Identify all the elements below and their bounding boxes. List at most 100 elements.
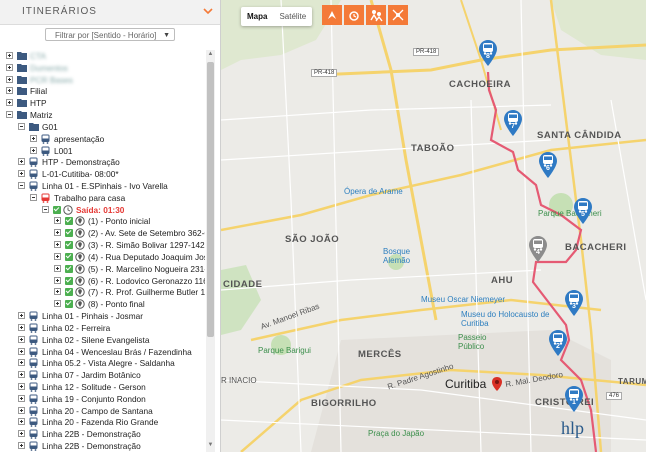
tree-item[interactable]: apresentação <box>0 133 205 145</box>
expand-icon[interactable] <box>18 430 25 438</box>
tree-item[interactable]: L-01-Cutitiba- 08:00* <box>0 168 205 180</box>
expand-icon[interactable] <box>18 394 25 402</box>
bus-stop-marker[interactable]: 7 <box>504 110 522 136</box>
bus-stop-marker[interactable]: 4 <box>529 236 547 262</box>
tree-item[interactable]: Linha 04 - Wenceslau Brás / Fazendinha <box>0 346 205 358</box>
bus-stop-marker[interactable]: 2 <box>549 330 567 356</box>
tree-item[interactable]: Linha 01 - E.SPinhais - Ivo Varella <box>0 180 205 192</box>
tree-item[interactable]: G01 <box>0 121 205 133</box>
scroll-down-icon[interactable]: ▼ <box>207 442 214 448</box>
tree-item[interactable]: (7) - R. Prof. Guilherme Butler 10 <box>0 286 205 298</box>
tree-item[interactable]: Linha 01 - Pinhais - Josmar <box>0 310 205 322</box>
expand-icon[interactable] <box>54 229 61 237</box>
expand-icon[interactable] <box>18 323 25 331</box>
location-pin-icon[interactable] <box>492 377 502 391</box>
visibility-checkbox[interactable] <box>65 300 73 309</box>
visibility-checkbox[interactable] <box>53 205 61 214</box>
tree-item[interactable]: Linha 02 - Ferreira <box>0 322 205 334</box>
tree-item[interactable]: (3) - R. Simão Bolivar 1297-1429 <box>0 239 205 251</box>
tree-item[interactable]: Linha 20 - Campo de Santana <box>0 405 205 417</box>
expand-icon[interactable] <box>18 371 25 379</box>
bus-stop-marker[interactable]: 6 <box>539 152 557 178</box>
expand-icon[interactable] <box>18 335 25 343</box>
expand-icon[interactable] <box>18 406 25 414</box>
tree-item[interactable]: CTA <box>0 50 205 62</box>
tree-item[interactable]: Trabalho para casa <box>0 192 205 204</box>
expand-icon[interactable] <box>18 442 25 450</box>
tree-item[interactable]: Linha 22B - Demonstração <box>0 428 205 440</box>
expand-icon[interactable] <box>6 52 13 59</box>
expand-icon[interactable] <box>30 146 37 154</box>
tree-item[interactable]: Dumentos <box>0 62 205 74</box>
expand-icon[interactable] <box>18 418 25 426</box>
tree-item[interactable]: HTP <box>0 97 205 109</box>
map-view[interactable]: CACHOEIRA SANTA CÂNDIDA TABOÃO SÃO JOÃO … <box>221 0 646 452</box>
tree-item[interactable]: (6) - R. Lodovico Geronazzo 1166 <box>0 275 205 287</box>
tree-item[interactable]: Linha 12 - Solitude - Gerson <box>0 381 205 393</box>
expand-icon[interactable] <box>18 359 25 367</box>
expand-icon[interactable] <box>54 276 61 284</box>
expand-icon[interactable] <box>18 312 25 320</box>
collapse-icon[interactable] <box>42 205 49 213</box>
marker-number: 7 <box>511 123 515 130</box>
bus-stop-marker[interactable]: 5 <box>574 198 592 224</box>
tree-item[interactable]: Linha 02 - Silene Evangelista <box>0 334 205 346</box>
tree-item[interactable]: Linha 19 - Conjunto Rondon <box>0 393 205 405</box>
expand-icon[interactable] <box>54 241 61 249</box>
collapse-icon[interactable] <box>30 193 37 201</box>
network-icon[interactable] <box>388 5 408 25</box>
collapse-icon[interactable] <box>6 111 13 119</box>
expand-icon[interactable] <box>18 382 25 390</box>
expand-icon[interactable] <box>54 288 61 296</box>
tree-item[interactable]: (8) - Ponto final <box>0 298 205 310</box>
visibility-checkbox[interactable] <box>65 288 73 297</box>
expand-icon[interactable] <box>6 75 13 83</box>
tree-item[interactable]: Linha 05.2 - Vista Alegre - Saldanha <box>0 357 205 369</box>
collapse-icon[interactable] <box>18 182 25 190</box>
collapse-icon[interactable] <box>18 122 25 130</box>
expand-icon[interactable] <box>54 300 61 308</box>
tree-item[interactable]: (1) - Ponto inicial <box>0 215 205 227</box>
expand-icon[interactable] <box>18 347 25 355</box>
tab-mapa[interactable]: Mapa <box>241 7 273 26</box>
bus-stop-marker[interactable]: 3 <box>565 290 583 316</box>
visibility-checkbox[interactable] <box>65 264 73 273</box>
tree-item[interactable]: Linha 20 - Fazenda Rio Grande <box>0 416 205 428</box>
expand-icon[interactable] <box>18 170 25 178</box>
tree-item[interactable]: (2) - Av. Sete de Setembro 362-65 <box>0 227 205 239</box>
tree-item[interactable]: HTP - Demonstração <box>0 156 205 168</box>
visibility-checkbox[interactable] <box>65 241 73 250</box>
tab-satelite[interactable]: Satélite <box>273 7 312 26</box>
expand-icon[interactable] <box>6 63 13 71</box>
bus-stop-marker[interactable]: 1 <box>565 386 583 412</box>
tree-item[interactable]: PCR Bases <box>0 74 205 86</box>
tree-scrollbar[interactable]: ▲ ▼ <box>206 50 215 452</box>
bus-stop-marker[interactable]: 8 <box>479 40 497 66</box>
people-icon[interactable] <box>366 5 386 25</box>
visibility-checkbox[interactable] <box>65 217 73 226</box>
tree-item[interactable]: (4) - Rua Deputado Joaquim José <box>0 251 205 263</box>
expand-icon[interactable] <box>30 134 37 142</box>
tree-item[interactable]: (5) - R. Marcelino Nogueira 231-4 <box>0 263 205 275</box>
expand-icon[interactable] <box>54 252 61 260</box>
visibility-checkbox[interactable] <box>65 276 73 285</box>
tree-item[interactable]: L001 <box>0 145 205 157</box>
expand-icon[interactable] <box>6 99 13 107</box>
route-icon[interactable] <box>322 5 342 25</box>
expand-icon[interactable] <box>6 87 13 95</box>
expand-icon[interactable] <box>54 264 61 272</box>
tree-item[interactable]: Linha 22B - Demonstração <box>0 440 205 452</box>
expand-icon[interactable] <box>54 217 61 225</box>
alarm-icon[interactable] <box>344 5 364 25</box>
scroll-thumb[interactable] <box>207 62 214 337</box>
expand-icon[interactable] <box>18 158 25 166</box>
chevron-down-icon[interactable] <box>202 5 214 17</box>
filter-select[interactable]: Filtrar por [Sentido - Horário] ▼ <box>45 28 175 41</box>
visibility-checkbox[interactable] <box>65 229 73 238</box>
tree-item[interactable]: Matriz <box>0 109 205 121</box>
visibility-checkbox[interactable] <box>65 252 73 261</box>
tree-item[interactable]: Linha 07 - Jardim Botânico <box>0 369 205 381</box>
scroll-up-icon[interactable]: ▲ <box>207 51 214 57</box>
tree-item[interactable]: Filial <box>0 85 205 97</box>
tree-item[interactable]: Saída: 01:30 <box>0 204 205 216</box>
